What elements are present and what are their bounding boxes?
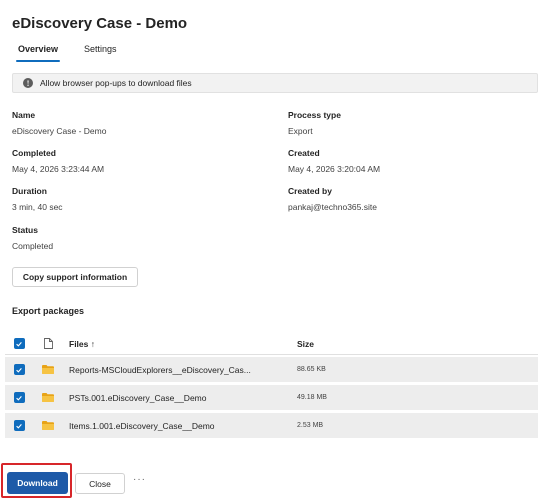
- duration-value: 3 min, 40 sec: [12, 202, 63, 212]
- name-value: eDiscovery Case - Demo: [12, 126, 107, 136]
- file-name: PSTs.001.eDiscovery_Case__Demo: [69, 392, 207, 403]
- tab-overview[interactable]: Overview: [12, 42, 64, 62]
- row-checkbox[interactable]: [13, 364, 25, 375]
- table-row[interactable]: Reports-MSCloudExplorers__eDiscovery_Cas…: [5, 357, 538, 383]
- file-name: Items.1.001.eDiscovery_Case__Demo: [69, 420, 215, 431]
- duration-label: Duration: [12, 186, 47, 196]
- status-value: Completed: [12, 241, 54, 251]
- duration-field: Duration 3 min, 40 sec: [12, 186, 63, 212]
- export-packages-title: Export packages: [12, 306, 85, 316]
- name-label: Name: [12, 110, 36, 120]
- tab-settings[interactable]: Settings: [78, 42, 123, 62]
- page-title: eDiscovery Case - Demo: [12, 15, 188, 32]
- more-options-icon[interactable]: ···: [133, 474, 146, 485]
- row-checkbox[interactable]: [13, 420, 25, 431]
- download-button[interactable]: Download: [7, 472, 68, 494]
- files-column-header[interactable]: Files ↑: [69, 339, 297, 349]
- completed-label: Completed: [12, 148, 56, 158]
- banner-text: Allow browser pop-ups to download files: [40, 78, 192, 88]
- folder-icon: [42, 421, 54, 430]
- file-name: Reports-MSCloudExplorers__eDiscovery_Cas…: [69, 364, 251, 375]
- created-by-field: Created by pankaj@techno365.site: [288, 186, 377, 212]
- file-size: 88.65 KB: [297, 366, 326, 373]
- created-label: Created: [288, 148, 320, 158]
- select-all-checkbox[interactable]: [13, 338, 25, 349]
- popup-info-banner: ! Allow browser pop-ups to download file…: [12, 73, 538, 93]
- status-field: Status Completed: [12, 225, 53, 251]
- size-column-header[interactable]: Size: [297, 339, 314, 349]
- created-by-value: pankaj@techno365.site: [288, 202, 377, 212]
- created-value: May 4, 2026 3:20:04 AM: [288, 164, 381, 174]
- process-type-field: Process type Export: [288, 110, 341, 136]
- folder-icon: [42, 365, 54, 374]
- row-checkbox[interactable]: [13, 392, 25, 403]
- close-button[interactable]: Close: [75, 473, 125, 494]
- tab-bar: Overview Settings: [12, 42, 123, 62]
- info-icon: !: [23, 78, 33, 88]
- process-type-value: Export: [288, 126, 313, 136]
- file-type-icon: [43, 338, 53, 349]
- table-row[interactable]: PSTs.001.eDiscovery_Case__Demo 49.18 MB: [5, 385, 538, 411]
- file-size: 2.53 MB: [297, 422, 324, 429]
- status-label: Status: [12, 225, 38, 235]
- created-field: Created May 4, 2026 3:20:04 AM: [288, 148, 380, 174]
- table-row[interactable]: Items.1.001.eDiscovery_Case__Demo 2.53 M…: [5, 413, 538, 439]
- name-field: Name eDiscovery Case - Demo: [12, 110, 106, 136]
- file-size: 49.18 MB: [297, 394, 327, 401]
- table-header: Files ↑ Size: [5, 333, 538, 355]
- folder-icon: [42, 393, 54, 402]
- created-by-label: Created by: [288, 186, 332, 196]
- copy-support-info-button[interactable]: Copy support information: [12, 267, 138, 287]
- process-type-label: Process type: [288, 110, 341, 120]
- completed-value: May 4, 2026 3:23:44 AM: [12, 164, 105, 174]
- completed-field: Completed May 4, 2026 3:23:44 AM: [12, 148, 104, 174]
